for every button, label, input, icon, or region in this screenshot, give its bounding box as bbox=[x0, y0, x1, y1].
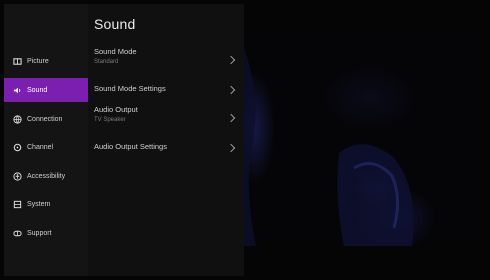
support-icon bbox=[12, 228, 22, 238]
sidebar-item-label: Accessibility bbox=[27, 172, 66, 180]
sidebar-item-channel[interactable]: Channel bbox=[4, 135, 88, 159]
sidebar-item-label: Channel bbox=[27, 143, 54, 151]
menu-item-audio-output[interactable]: Audio Output TV Speaker bbox=[88, 102, 244, 130]
channel-icon bbox=[12, 142, 22, 152]
sidebar-item-label: System bbox=[27, 200, 51, 208]
chevron-right-icon bbox=[226, 55, 236, 65]
menu-item-value: Standard bbox=[94, 59, 119, 65]
menu-item-sound-mode-settings[interactable]: Sound Mode Settings bbox=[88, 80, 244, 98]
menu-item-label: Sound Mode bbox=[94, 47, 137, 56]
sidebar-item-support[interactable]: Support bbox=[4, 221, 88, 245]
sidebar-item-label: Picture bbox=[27, 57, 49, 65]
menu-item-label: Sound Mode Settings bbox=[94, 84, 166, 93]
tv-screen: Picture Sound Connection Channel Accessi… bbox=[0, 0, 490, 280]
accessibility-icon bbox=[12, 171, 22, 181]
sidebar-item-accessibility[interactable]: Accessibility bbox=[4, 164, 88, 188]
sidebar-item-label: Connection bbox=[27, 115, 63, 123]
menu-item-label: Audio Output Settings bbox=[94, 142, 167, 151]
menu-item-label: Audio Output bbox=[94, 105, 138, 114]
menu-item-audio-output-settings[interactable]: Audio Output Settings bbox=[88, 138, 244, 156]
chevron-right-icon bbox=[226, 113, 236, 123]
sound-icon bbox=[12, 85, 22, 95]
system-icon bbox=[12, 199, 22, 209]
sidebar-item-connection[interactable]: Connection bbox=[4, 107, 88, 131]
sound-settings-panel: Sound Sound Mode Standard Sound Mode Set… bbox=[88, 4, 244, 276]
menu-item-value: TV Speaker bbox=[94, 117, 126, 123]
live-tv-preview bbox=[244, 38, 486, 246]
picture-icon bbox=[12, 56, 22, 66]
settings-sidebar: Picture Sound Connection Channel Accessi… bbox=[4, 4, 88, 276]
chevron-right-icon bbox=[226, 143, 236, 153]
connection-icon bbox=[12, 114, 22, 124]
page-title: Sound bbox=[94, 16, 136, 32]
chevron-right-icon bbox=[226, 85, 236, 95]
sidebar-item-label: Sound bbox=[27, 86, 48, 94]
sidebar-item-system[interactable]: System bbox=[4, 192, 88, 216]
sidebar-item-sound[interactable]: Sound bbox=[4, 78, 88, 102]
sidebar-item-picture[interactable]: Picture bbox=[4, 49, 88, 73]
sidebar-item-label: Support bbox=[27, 229, 52, 237]
menu-item-sound-mode[interactable]: Sound Mode Standard bbox=[88, 44, 244, 72]
